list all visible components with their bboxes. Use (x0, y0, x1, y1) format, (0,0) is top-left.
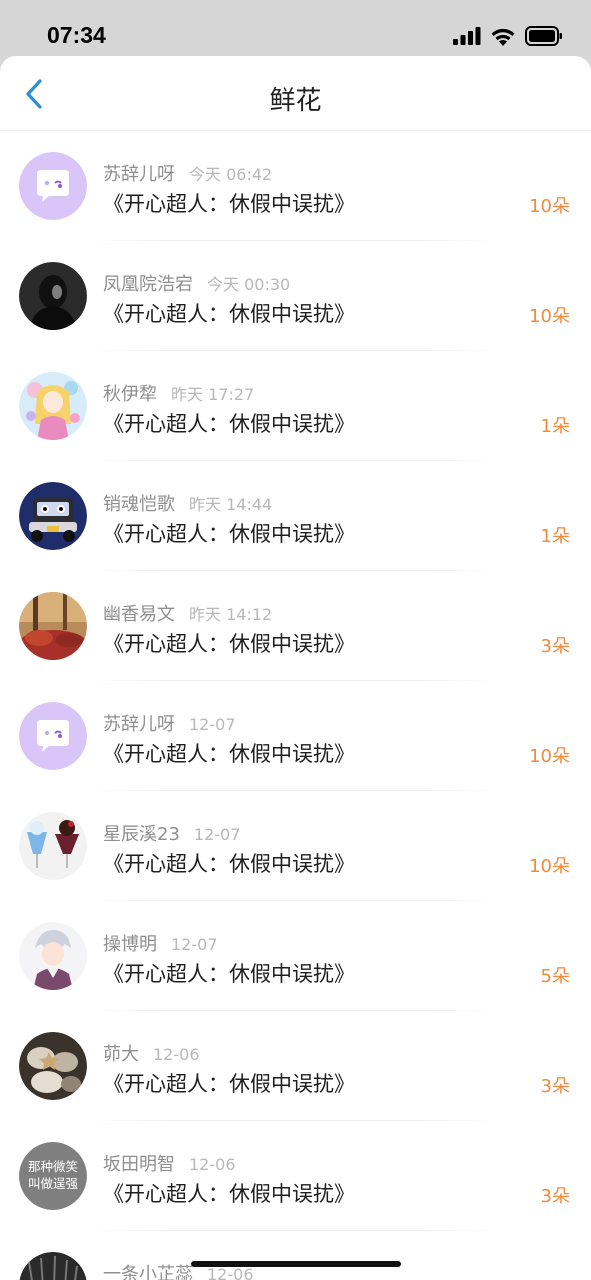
user-name[interactable]: 凤凰院浩宕 (103, 274, 193, 295)
status-bar: 07:34 (0, 0, 591, 56)
status-icons (453, 24, 563, 48)
book-title[interactable]: 《开心超人：休假中误扰》 (103, 738, 355, 768)
name-line: 操博明 12-07 (103, 930, 218, 956)
flower-count: 3朵 (540, 1076, 570, 1097)
anime-girl-avatar (19, 372, 87, 440)
list-item[interactable]: 销魂恺歌 昨天 14:44 《开心超人：休假中误扰》 1朵 (0, 461, 591, 571)
user-name[interactable]: 销魂恺歌 (103, 494, 175, 515)
user-name[interactable]: 星辰溪23 (103, 824, 180, 845)
avatar[interactable] (19, 702, 87, 770)
avatar[interactable] (19, 372, 87, 440)
flower-count: 10朵 (529, 856, 570, 877)
timestamp: 12-06 (153, 1045, 200, 1064)
timestamp: 12-07 (189, 715, 236, 734)
stones-avatar (19, 1032, 87, 1100)
book-title[interactable]: 《开心超人：休假中误扰》 (103, 1068, 355, 1098)
avatar[interactable] (19, 262, 87, 330)
avatar[interactable] (19, 482, 87, 550)
anime-boy-avatar (19, 922, 87, 990)
name-line: 苏辞儿呀 12-07 (103, 710, 236, 736)
avatar[interactable] (19, 592, 87, 660)
name-line: 销魂恺歌 昨天 14:44 (103, 490, 272, 516)
name-line: 凤凰院浩宕 今天 00:30 (103, 270, 290, 296)
name-line: 苏辞儿呀 今天 06:42 (103, 160, 272, 186)
book-title[interactable]: 《开心超人：休假中误扰》 (103, 848, 355, 878)
book-title[interactable]: 《开心超人：休假中误扰》 (103, 1178, 355, 1208)
list-item[interactable]: 茆大 12-06 《开心超人：休假中误扰》 3朵 (0, 1011, 591, 1121)
list-item[interactable]: 苏辞儿呀 12-07 《开心超人：休假中误扰》 10朵 (0, 681, 591, 791)
book-title[interactable]: 《开心超人：休假中误扰》 (103, 958, 355, 988)
flower-list: 苏辞儿呀 今天 06:42 《开心超人：休假中误扰》 10朵 凤凰院浩宕 今天 00… (0, 130, 591, 1280)
timestamp: 昨天 17:27 (171, 385, 255, 404)
list-item[interactable]: 操博明 12-07 《开心超人：休假中误扰》 5朵 (0, 901, 591, 1011)
timestamp: 今天 06:42 (189, 165, 273, 184)
flower-count: 10朵 (529, 746, 570, 767)
user-name[interactable]: 苏辞儿呀 (103, 714, 175, 735)
user-name[interactable]: 苏辞儿呀 (103, 164, 175, 185)
flower-count: 5朵 (540, 966, 570, 987)
list-item[interactable]: 星辰溪23 12-07 《开心超人：休假中误扰》 10朵 (0, 791, 591, 901)
name-line: 幽香易文 昨天 14:12 (103, 600, 272, 626)
avatar[interactable]: 那种微笑 叫做逞强 (19, 1142, 87, 1210)
timestamp: 昨天 14:12 (189, 605, 273, 624)
avatar-text-line2: 叫做逞强 (28, 1176, 79, 1191)
user-name[interactable]: 操博明 (103, 934, 157, 955)
autumn-forest-avatar (19, 592, 87, 660)
user-name[interactable]: 一条小芷蕊 (103, 1264, 193, 1280)
nav-bar: 鲜花 (0, 56, 591, 130)
avatar[interactable] (19, 1032, 87, 1100)
flower-count: 3朵 (540, 1186, 570, 1207)
timestamp: 12-06 (189, 1155, 236, 1174)
timestamp: 昨天 14:44 (189, 495, 273, 514)
book-title[interactable]: 《开心超人：休假中误扰》 (103, 298, 355, 328)
flower-count: 1朵 (540, 416, 570, 437)
battery-icon (525, 26, 562, 46)
flower-count: 3朵 (540, 636, 570, 657)
user-name[interactable]: 秋伊犂 (103, 384, 157, 405)
avatar[interactable] (19, 152, 87, 220)
list-item[interactable]: 苏辞儿呀 今天 06:42 《开心超人：休假中误扰》 10朵 (0, 131, 591, 241)
flower-count: 10朵 (529, 196, 570, 217)
avatar-text-line1: 那种微笑 (28, 1159, 78, 1174)
avatar[interactable] (19, 922, 87, 990)
avatar[interactable] (19, 812, 87, 880)
toy-car-avatar (19, 482, 87, 550)
timestamp: 12-07 (193, 825, 241, 844)
dessert-avatar (19, 812, 87, 880)
dark-hair-avatar (19, 1252, 87, 1280)
timestamp: 今天 00:30 (207, 275, 291, 294)
timestamp: 12-06 (207, 1265, 254, 1280)
flower-count: 1朵 (540, 526, 570, 547)
list-item[interactable]: 幽香易文 昨天 14:12 《开心超人：休假中误扰》 3朵 (0, 571, 591, 681)
name-line: 秋伊犂 昨天 17:27 (103, 380, 254, 406)
flower-count: 10朵 (529, 306, 570, 327)
list-item[interactable]: 那种微笑 叫做逞强 坂田明智 12-06 《开心超人：休假中误扰》 3朵 (0, 1121, 591, 1231)
text-avatar: 那种微笑 叫做逞强 (19, 1142, 87, 1210)
dark-portrait-avatar (19, 262, 87, 330)
avatar[interactable] (19, 1252, 87, 1280)
page-title: 鲜花 (269, 86, 322, 116)
chat-bubble-avatar-icon (19, 702, 87, 770)
user-name[interactable]: 幽香易文 (103, 604, 175, 625)
book-title[interactable]: 《开心超人：休假中误扰》 (103, 408, 355, 438)
list-item[interactable]: 一条小芷蕊 12-06 (0, 1231, 591, 1280)
home-indicator[interactable] (191, 1261, 401, 1267)
list-item[interactable]: 凤凰院浩宕 今天 00:30 《开心超人：休假中误扰》 10朵 (0, 241, 591, 351)
name-line: 坂田明智 12-06 (103, 1150, 236, 1176)
name-line: 茆大 12-06 (103, 1040, 200, 1066)
book-title[interactable]: 《开心超人：休假中误扰》 (103, 628, 355, 658)
signal-icon (453, 27, 481, 45)
status-time: 07:34 (47, 22, 106, 48)
timestamp: 12-07 (171, 935, 218, 954)
chat-bubble-avatar-icon (19, 152, 87, 220)
book-title[interactable]: 《开心超人：休假中误扰》 (103, 518, 355, 548)
user-name[interactable]: 坂田明智 (103, 1154, 175, 1175)
name-line: 星辰溪23 12-07 (103, 820, 240, 846)
wifi-icon (491, 28, 515, 46)
book-title[interactable]: 《开心超人：休假中误扰》 (103, 188, 355, 218)
user-name[interactable]: 茆大 (103, 1044, 139, 1065)
list-item[interactable]: 秋伊犂 昨天 17:27 《开心超人：休假中误扰》 1朵 (0, 351, 591, 461)
